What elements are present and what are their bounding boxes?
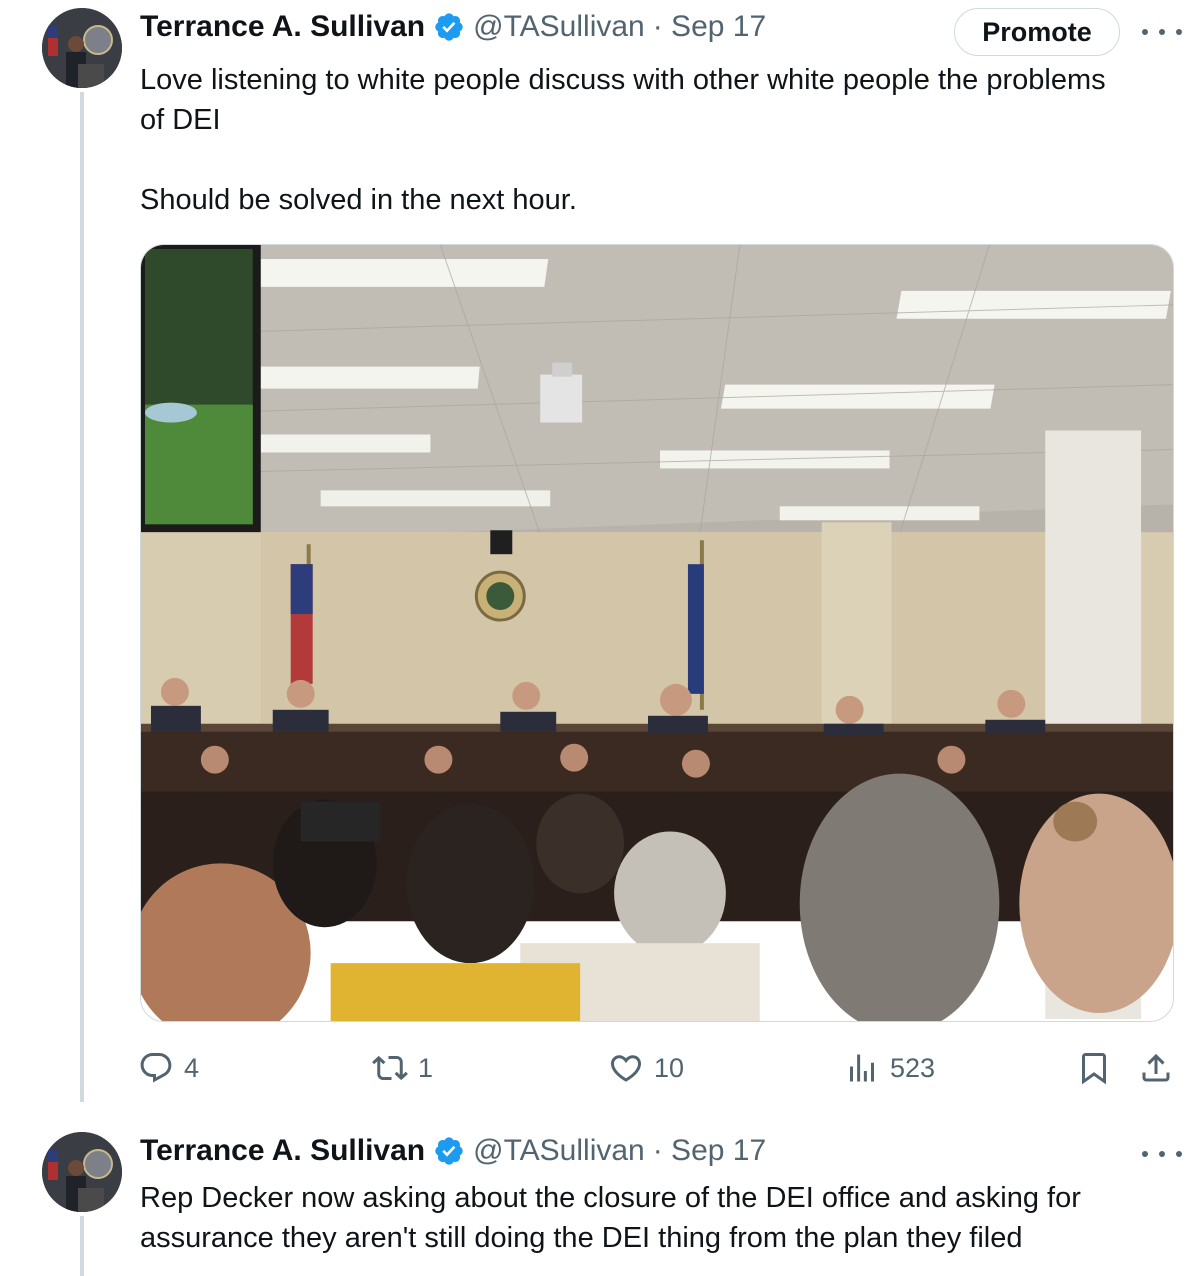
verified-badge-icon	[433, 11, 465, 43]
tweet-header: Terrance A. Sullivan @TASullivan · Sep 1…	[140, 10, 766, 44]
tweet-text: Rep Decker now asking about the closure …	[140, 1182, 1089, 1254]
reply-count: 4	[184, 1052, 200, 1083]
like-button[interactable]: 10	[608, 1044, 684, 1092]
reply-button[interactable]: 4	[138, 1044, 199, 1092]
author-avatar[interactable]	[42, 8, 122, 88]
views-count: 523	[890, 1052, 936, 1083]
tweet-actions: 4 1 10 523	[0, 1044, 1192, 1092]
more-options-icon[interactable]	[1142, 22, 1182, 42]
tweet-photo[interactable]	[140, 244, 1174, 1022]
repost-count: 1	[418, 1052, 434, 1083]
author-handle[interactable]: @TASullivan	[473, 10, 645, 44]
tweet-text: Love listening to white people discuss w…	[140, 64, 1106, 216]
bookmark-button[interactable]	[1076, 1044, 1112, 1092]
bookmark-icon	[1082, 1053, 1106, 1085]
share-icon	[1142, 1053, 1170, 1082]
author-avatar[interactable]	[42, 1132, 122, 1212]
reply-icon	[140, 1053, 172, 1083]
author-handle[interactable]: @TASullivan	[473, 1134, 645, 1168]
tweet-header: Terrance A. Sullivan @TASullivan · Sep 1…	[140, 1134, 766, 1168]
thread-line-continuation	[80, 1216, 84, 1276]
tweet-date[interactable]: · Sep 17	[653, 1134, 766, 1168]
like-count: 10	[654, 1052, 685, 1083]
thread-line	[80, 92, 84, 1102]
repost-button[interactable]: 1	[372, 1044, 433, 1092]
repost-icon	[372, 1055, 408, 1081]
tweet-date[interactable]: · Sep 17	[653, 10, 766, 44]
views-button[interactable]: 523	[844, 1044, 935, 1092]
views-icon	[850, 1054, 874, 1082]
promote-button[interactable]: Promote	[954, 8, 1120, 56]
author-name[interactable]: Terrance A. Sullivan	[140, 10, 425, 44]
author-name[interactable]: Terrance A. Sullivan	[140, 1134, 425, 1168]
more-options-icon[interactable]	[1142, 1144, 1182, 1164]
share-button[interactable]	[1138, 1044, 1174, 1092]
heart-icon	[610, 1055, 642, 1082]
verified-badge-icon	[433, 1135, 465, 1167]
